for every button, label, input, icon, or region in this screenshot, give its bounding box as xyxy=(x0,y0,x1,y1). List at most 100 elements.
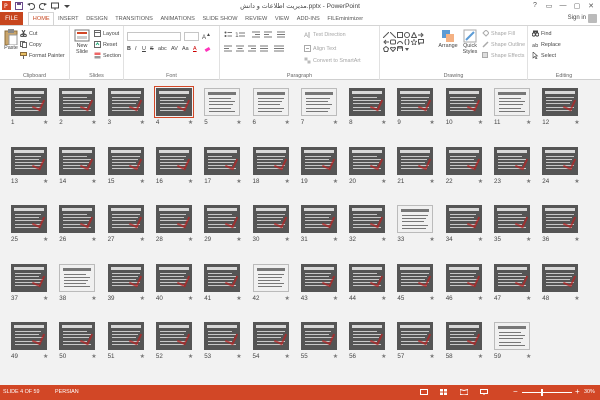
shape-effects-button[interactable]: Shape Effects xyxy=(482,52,524,59)
animation-star-icon[interactable]: ★ xyxy=(381,353,386,360)
slide-preview[interactable] xyxy=(252,322,289,350)
minimize-button[interactable]: — xyxy=(556,0,570,11)
animation-star-icon[interactable]: ★ xyxy=(188,236,193,243)
slide-preview[interactable] xyxy=(11,205,47,233)
slide-preview[interactable] xyxy=(59,263,96,292)
reset-button[interactable]: Reset xyxy=(94,41,117,48)
zoom-slider[interactable] xyxy=(522,392,572,393)
sign-in-link[interactable]: Sign in xyxy=(568,15,586,21)
italic-button[interactable]: I xyxy=(135,46,137,52)
animation-star-icon[interactable]: ★ xyxy=(478,353,483,360)
tab-animations[interactable]: ANIMATIONS xyxy=(157,12,199,25)
help-button[interactable]: ? xyxy=(528,0,542,11)
animation-star-icon[interactable]: ★ xyxy=(43,295,48,302)
slide-preview[interactable] xyxy=(204,263,241,292)
slide-preview[interactable] xyxy=(494,322,530,350)
slide-preview[interactable] xyxy=(204,88,241,116)
callout-shape-icon[interactable] xyxy=(417,38,424,45)
animation-star-icon[interactable]: ★ xyxy=(285,236,290,243)
slide-preview[interactable] xyxy=(542,146,579,175)
cylinder-shape-icon[interactable] xyxy=(396,45,403,52)
curve-shape-icon[interactable] xyxy=(396,38,403,45)
animation-star-icon[interactable]: ★ xyxy=(381,236,386,243)
section-button[interactable]: Section xyxy=(94,52,121,59)
slide-preview[interactable] xyxy=(494,205,530,233)
reading-view-icon[interactable] xyxy=(459,388,469,397)
animation-star-icon[interactable]: ★ xyxy=(43,353,48,360)
slide-preview[interactable] xyxy=(397,322,434,350)
slide-preview[interactable] xyxy=(349,146,386,175)
find-button[interactable]: Find xyxy=(532,30,552,37)
tab-fileminimizer[interactable]: FILEminimizer xyxy=(324,12,367,25)
slide-preview[interactable] xyxy=(445,205,482,233)
indent-buttons[interactable] xyxy=(252,31,292,38)
convert-smartart-button[interactable]: Convert to SmartArt xyxy=(304,57,361,64)
slide-preview[interactable] xyxy=(59,88,96,116)
animation-star-icon[interactable]: ★ xyxy=(91,353,96,360)
tab-add-ins[interactable]: ADD-INS xyxy=(293,12,324,25)
animation-star-icon[interactable]: ★ xyxy=(381,295,386,302)
shape-fill-button[interactable]: Shape Fill xyxy=(482,30,515,37)
paste-button[interactable]: Paste xyxy=(3,29,19,51)
bullets-button[interactable]: 1 xyxy=(224,31,246,38)
animation-star-icon[interactable]: ★ xyxy=(478,178,483,185)
animation-star-icon[interactable]: ★ xyxy=(285,178,290,185)
animation-star-icon[interactable]: ★ xyxy=(526,353,531,360)
slide-preview[interactable] xyxy=(445,88,482,116)
slide-preview[interactable] xyxy=(252,263,289,292)
slide-preview[interactable] xyxy=(300,205,337,233)
quick-styles-button[interactable]: Quick Styles xyxy=(460,29,480,55)
slide-preview[interactable] xyxy=(349,205,386,233)
zoom-in-button[interactable]: + xyxy=(575,387,580,396)
replace-button[interactable]: ab Replace xyxy=(532,41,561,49)
slide-preview[interactable] xyxy=(397,146,434,175)
slide-preview[interactable] xyxy=(107,146,144,175)
animation-star-icon[interactable]: ★ xyxy=(91,295,96,302)
slide-preview[interactable] xyxy=(155,322,192,350)
normal-view-icon[interactable] xyxy=(420,389,428,397)
slide-preview[interactable] xyxy=(59,205,96,233)
zoom-slider-handle[interactable] xyxy=(541,389,543,396)
slide-preview[interactable] xyxy=(11,146,47,175)
line-shape-icon[interactable] xyxy=(389,31,396,38)
avatar[interactable] xyxy=(588,14,597,23)
heart-shape-icon[interactable] xyxy=(389,45,396,52)
animation-star-icon[interactable]: ★ xyxy=(140,119,145,126)
animation-star-icon[interactable]: ★ xyxy=(188,295,193,302)
animation-star-icon[interactable]: ★ xyxy=(43,178,48,185)
animation-star-icon[interactable]: ★ xyxy=(236,236,241,243)
shapes-gallery[interactable] xyxy=(382,31,426,59)
slide-preview[interactable] xyxy=(107,322,144,350)
slide-preview[interactable] xyxy=(542,263,579,292)
text-direction-button[interactable]: A Text Direction xyxy=(304,31,346,38)
slide-sorter-view-icon[interactable] xyxy=(440,389,448,397)
line-shape-icon[interactable] xyxy=(382,31,389,38)
animation-star-icon[interactable]: ★ xyxy=(574,295,579,302)
slide-preview[interactable] xyxy=(204,146,241,175)
animation-star-icon[interactable]: ★ xyxy=(381,119,386,126)
slide-preview[interactable] xyxy=(107,88,144,116)
zoom-out-button[interactable]: − xyxy=(513,387,518,396)
animation-star-icon[interactable]: ★ xyxy=(526,295,531,302)
slide-preview[interactable] xyxy=(252,205,289,233)
animation-star-icon[interactable]: ★ xyxy=(574,119,579,126)
tab-slide-show[interactable]: SLIDE SHOW xyxy=(199,12,242,25)
slide-preview[interactable] xyxy=(300,146,337,175)
strikethrough-button[interactable]: S xyxy=(150,46,154,52)
grow-font-button[interactable]: A▲ xyxy=(202,32,211,41)
animation-star-icon[interactable]: ★ xyxy=(91,178,96,185)
arrow-shape-icon[interactable] xyxy=(417,31,424,38)
slide-preview[interactable] xyxy=(155,263,192,292)
tab-file[interactable]: FILE xyxy=(0,12,23,25)
slide-preview[interactable] xyxy=(494,146,530,175)
select-button[interactable]: Select xyxy=(532,52,556,59)
animation-star-icon[interactable]: ★ xyxy=(478,236,483,243)
tab-transitions[interactable]: TRANSITIONS xyxy=(111,12,156,25)
zoom-level[interactable]: 30% xyxy=(584,389,595,395)
new-slide-button[interactable]: New Slide xyxy=(72,29,92,55)
animation-star-icon[interactable]: ★ xyxy=(429,178,434,185)
font-name-combo[interactable] xyxy=(127,32,181,41)
slide-preview[interactable] xyxy=(300,322,337,350)
tab-home[interactable]: HOME xyxy=(28,12,55,25)
slide-preview[interactable] xyxy=(300,88,337,116)
